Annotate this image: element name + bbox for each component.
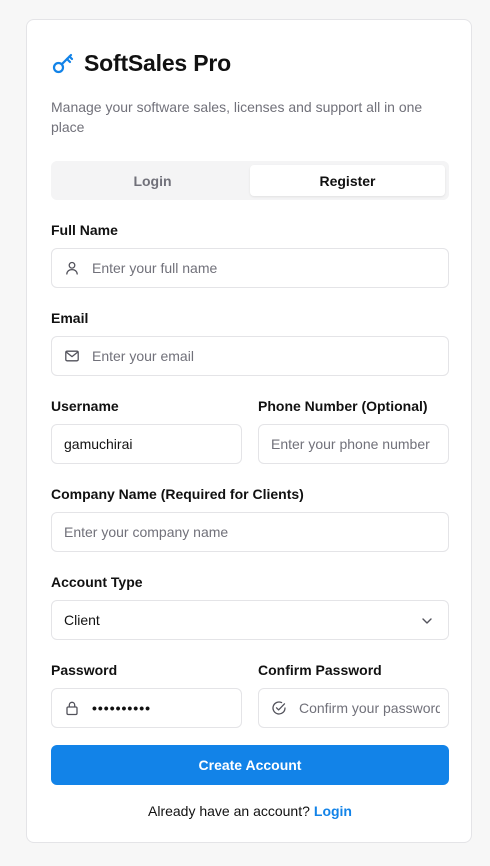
register-card: SoftSales Pro Manage your software sales… [26,19,472,843]
full-name-input[interactable] [92,260,448,276]
login-link[interactable]: Login [314,803,352,819]
confirm-password-label: Confirm Password [258,662,382,678]
create-account-button[interactable]: Create Account [51,745,449,785]
email-input[interactable] [92,348,448,364]
phone-field[interactable] [258,424,449,464]
lock-icon [64,700,80,716]
mail-icon [64,348,80,364]
confirm-password-field[interactable] [258,688,449,728]
chevron-down-icon [420,614,434,631]
app-subtitle: Manage your software sales, licenses and… [51,99,423,135]
tab-register[interactable]: Register [250,165,445,196]
full-name-label: Full Name [51,222,118,238]
email-label: Email [51,310,89,326]
company-field[interactable] [51,512,449,552]
password-field[interactable]: •••••••••• [51,688,242,728]
user-icon [64,260,80,276]
company-input[interactable] [64,524,448,540]
username-field[interactable]: gamuchirai [51,424,242,464]
phone-input[interactable] [271,436,448,452]
app-title: SoftSales Pro [84,50,231,76]
tab-login[interactable]: Login [55,165,250,196]
username-input[interactable]: gamuchirai [64,436,132,452]
confirm-password-input[interactable] [299,700,448,716]
full-name-field[interactable] [51,248,449,288]
phone-label: Phone Number (Optional) [258,398,428,414]
login-prompt: Already have an account? Login [27,803,473,819]
login-prompt-text: Already have an account? [148,803,310,819]
username-label: Username [51,398,119,414]
check-circle-icon [271,700,287,716]
company-label: Company Name (Required for Clients) [51,486,304,502]
brand: SoftSales Pro [51,50,231,77]
key-icon [51,52,75,76]
account-type-label: Account Type [51,574,143,590]
password-label: Password [51,662,118,678]
account-type-select[interactable]: Client [51,600,449,640]
email-field[interactable] [51,336,449,376]
auth-tabs: Login Register [51,161,449,200]
password-input[interactable]: •••••••••• [92,700,151,716]
account-type-value: Client [64,612,100,628]
